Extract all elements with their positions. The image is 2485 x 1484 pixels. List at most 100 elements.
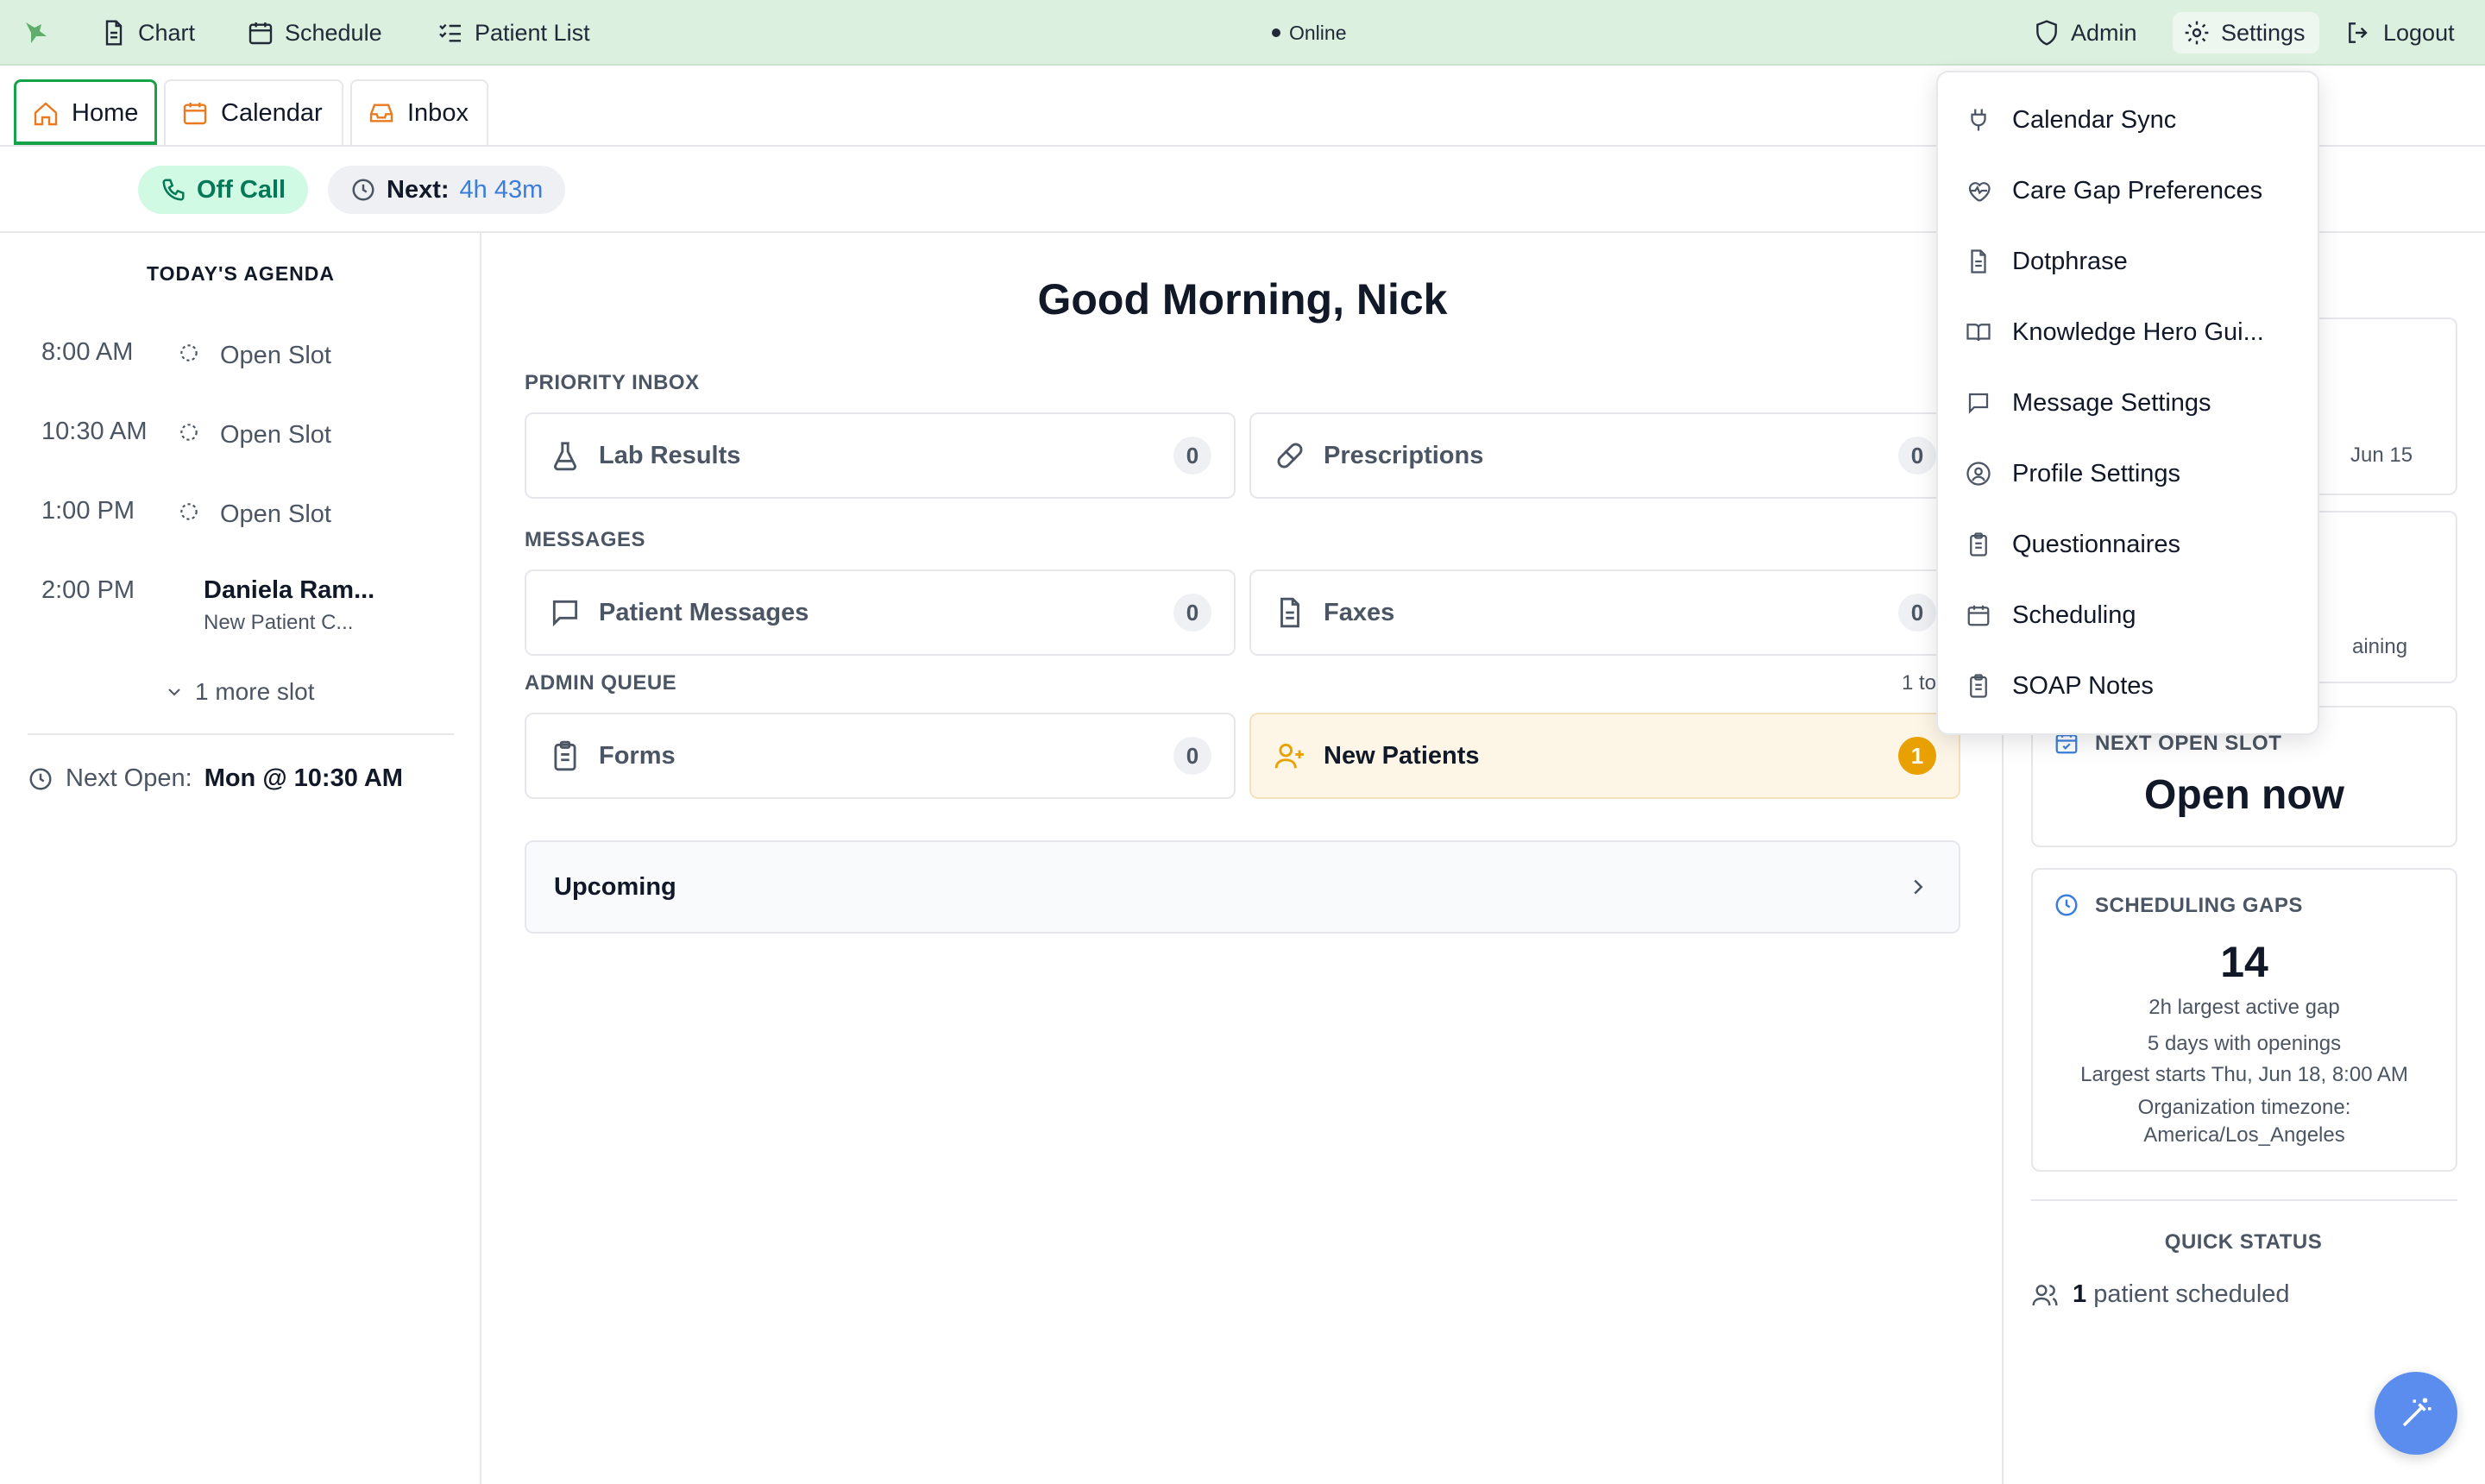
prescriptions-card[interactable]: Prescriptions 0 — [1249, 412, 1960, 499]
faxes-card[interactable]: Faxes 0 — [1249, 569, 1960, 656]
new-patients-card[interactable]: New Patients 1 — [1249, 713, 1960, 799]
nav-schedule[interactable]: Schedule — [247, 0, 382, 66]
status-dot — [1272, 28, 1280, 37]
agenda-appointment-row[interactable]: 2:00 PM Daniela Ram... New Patient C... — [41, 576, 473, 645]
nav-admin[interactable]: Admin — [2033, 0, 2137, 66]
menu-item-scheduling[interactable]: Scheduling — [1938, 580, 2318, 651]
patient-messages-label: Patient Messages — [599, 598, 809, 626]
quick-status-count: 1 — [2073, 1280, 2087, 1308]
messages-label: MESSAGES — [525, 528, 646, 551]
admin-queue-total: 1 to — [1902, 671, 1937, 695]
tab-active-indicator — [14, 141, 157, 145]
plug-icon — [1971, 109, 1986, 131]
more-slots-toggle[interactable]: 1 more slot — [164, 678, 315, 706]
nav-chart[interactable]: Chart — [100, 0, 195, 66]
menu-item-label: Knowledge Hero Gui... — [2012, 318, 2264, 346]
faxes-label: Faxes — [1324, 598, 1395, 626]
gaps-detail-line: 5 days with openings — [2147, 1032, 2342, 1055]
menu-item-questionnaires[interactable]: Questionnaires — [1938, 509, 2318, 580]
agenda-row[interactable]: 1:00 PM Open Slot — [41, 497, 473, 549]
logout-icon — [2349, 22, 2368, 43]
scheduling-gaps-card: SCHEDULING GAPS 14 2h largest active gap… — [2031, 868, 2457, 1172]
menu-item-soap-notes[interactable]: SOAP Notes — [1938, 651, 2318, 721]
forms-count: 0 — [1173, 737, 1211, 775]
top-navigation-bar: Chart Schedule Patient List Online Admin… — [0, 0, 2485, 66]
agenda-time: 2:00 PM — [41, 576, 135, 604]
tab-home[interactable]: Home — [14, 79, 157, 145]
menu-item-care-gap-preferences[interactable]: Care Gap Preferences — [1938, 155, 2318, 226]
menu-item-knowledge-hero-guide[interactable]: Knowledge Hero Gui... — [1938, 297, 2318, 368]
menu-item-label: SOAP Notes — [2012, 671, 2154, 700]
agenda-row[interactable]: 10:30 AM Open Slot — [41, 418, 473, 469]
clipboard-icon — [554, 740, 576, 771]
nav-schedule-label: Schedule — [285, 19, 382, 46]
call-status-pill[interactable]: Off Call — [138, 166, 309, 214]
clock-icon — [352, 179, 374, 201]
agenda-slot-text: Open Slot — [220, 421, 331, 449]
next-open-info: Next Open: Mon @ 10:30 AM — [28, 764, 403, 793]
new-patients-label: New Patients — [1324, 741, 1480, 770]
gear-icon — [2185, 21, 2209, 45]
nav-patient-list-label: Patient List — [475, 19, 590, 46]
loading-icon — [180, 503, 198, 520]
clock-icon — [29, 768, 52, 789]
book-icon — [1966, 324, 1991, 342]
gaps-detail-line: America/Los_Angeles — [2143, 1123, 2345, 1147]
scheduling-gaps-label: SCHEDULING GAPS — [2095, 894, 2303, 917]
agenda-row[interactable]: 8:00 AM Open Slot — [41, 338, 473, 390]
patient-messages-count: 0 — [1173, 594, 1211, 632]
appointment-type: New Patient C... — [204, 611, 354, 634]
menu-item-dotphrase[interactable]: Dotphrase — [1938, 226, 2318, 297]
inbox-icon — [369, 104, 393, 123]
patient-messages-card[interactable]: Patient Messages 0 — [525, 569, 1236, 656]
users-icon — [2032, 1284, 2058, 1305]
user-circle-icon — [1966, 462, 1991, 486]
clipboard-icon — [1970, 674, 1987, 698]
menu-item-label: Profile Settings — [2012, 459, 2181, 487]
nav-patient-list[interactable]: Patient List — [437, 0, 590, 66]
prescriptions-count: 0 — [1898, 437, 1936, 475]
tab-calendar[interactable]: Calendar — [164, 79, 343, 145]
calendar-icon — [248, 22, 273, 45]
nav-chart-label: Chart — [138, 19, 196, 46]
menu-item-label: Care Gap Preferences — [2012, 176, 2263, 204]
call-status-label: Off Call — [197, 175, 286, 204]
menu-item-label: Scheduling — [2012, 601, 2136, 629]
settings-dropdown-menu: Calendar Sync Care Gap Preferences Dotph… — [1936, 71, 2319, 735]
menu-item-label: Dotphrase — [2012, 247, 2128, 275]
menu-item-profile-settings[interactable]: Profile Settings — [1938, 438, 2318, 509]
more-slots-label: 1 more slot — [195, 678, 315, 705]
forms-card[interactable]: Forms 0 — [525, 713, 1236, 799]
user-plus-icon — [1274, 743, 1304, 769]
menu-item-label: Message Settings — [2012, 388, 2211, 417]
chevron-down-icon — [168, 689, 180, 696]
magic-wand-button[interactable] — [2375, 1372, 2457, 1455]
calendar-icon — [1967, 605, 1990, 626]
app-logo[interactable] — [22, 0, 50, 66]
lab-results-card[interactable]: Lab Results 0 — [525, 412, 1236, 499]
document-icon — [105, 20, 123, 46]
agenda-slot-text: Open Slot — [220, 500, 331, 528]
nav-logout-label: Logout — [2383, 19, 2455, 46]
document-icon — [1280, 597, 1299, 628]
lab-results-count: 0 — [1173, 437, 1211, 475]
phone-icon — [162, 179, 185, 201]
nav-logout[interactable]: Logout — [2345, 0, 2455, 66]
magic-wand-icon — [2402, 1398, 2432, 1427]
menu-item-calendar-sync[interactable]: Calendar Sync — [1938, 85, 2318, 155]
connection-status: Online — [1272, 0, 1346, 66]
message-icon — [552, 600, 578, 627]
next-open-slot-value: Open now — [2144, 772, 2344, 818]
new-patients-count: 1 — [1898, 737, 1936, 775]
summary-card-date: Jun 15 — [2350, 443, 2413, 467]
agenda-panel: TODAY'S AGENDA 8:00 AM Open Slot 10:30 A… — [0, 233, 481, 1484]
menu-item-message-settings[interactable]: Message Settings — [1938, 368, 2318, 438]
agenda-slot-text: Open Slot — [220, 342, 331, 369]
tab-inbox-label: Inbox — [407, 98, 469, 127]
nav-settings[interactable]: Settings — [2183, 0, 2306, 66]
forms-label: Forms — [599, 741, 676, 770]
upcoming-section[interactable]: Upcoming — [525, 840, 1960, 934]
faxes-count: 0 — [1898, 594, 1936, 632]
tab-inbox[interactable]: Inbox — [350, 79, 488, 145]
tab-home-label: Home — [72, 99, 139, 127]
